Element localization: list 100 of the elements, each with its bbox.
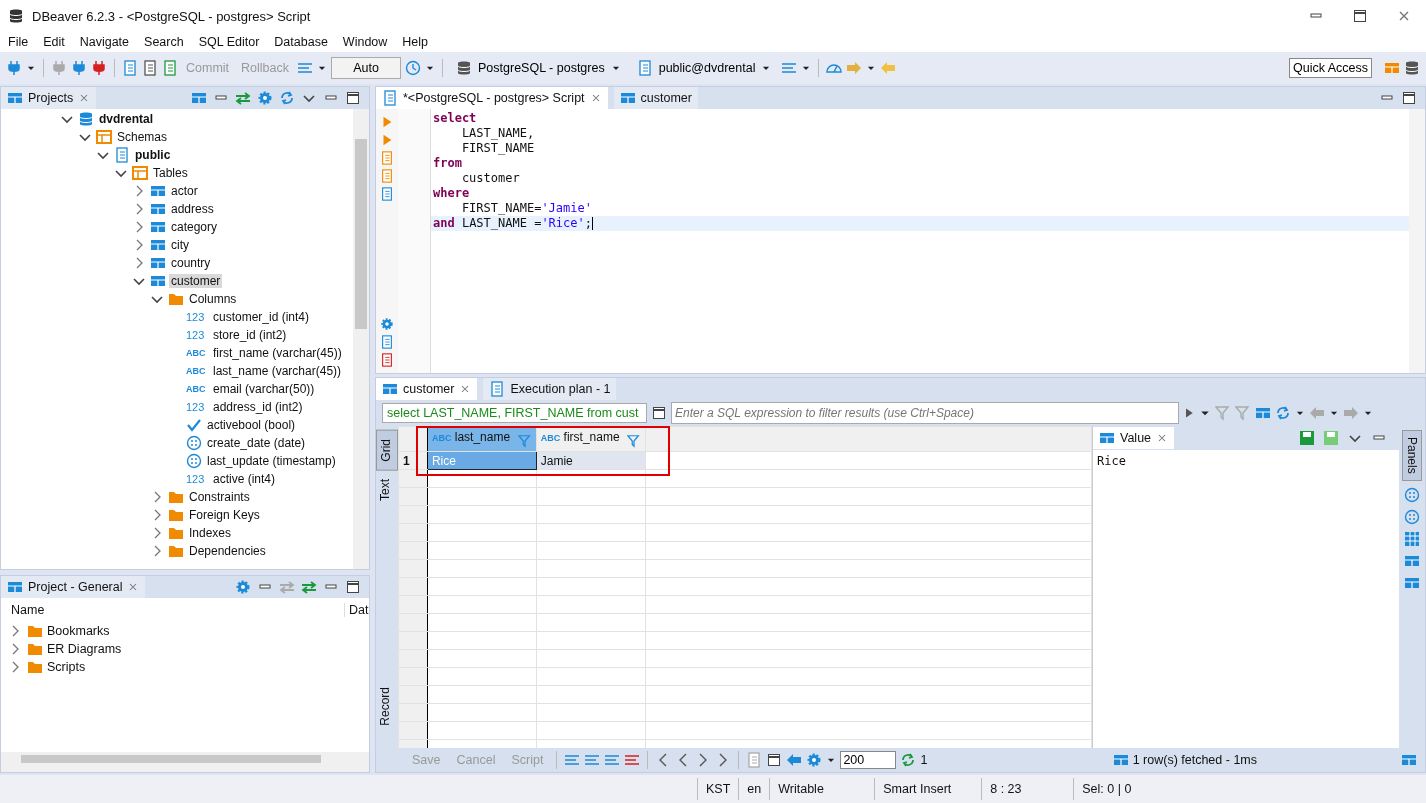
tree-item[interactable]: Schemas [115,130,170,144]
scrollbar[interactable] [353,109,369,569]
tree-item[interactable]: Indexes [187,526,234,540]
menu-item[interactable]: Window [342,35,388,49]
script-icon[interactable] [380,151,394,165]
column-header[interactable]: ABC first_name [536,426,646,452]
tree-item[interactable]: Bookmarks [47,624,110,638]
date-clock-icon [186,435,202,451]
document-icon[interactable] [162,60,178,76]
tree-item[interactable]: Columns [187,292,239,306]
tree-item[interactable]: Dependencies [187,544,268,558]
tree-item[interactable]: Constraints [187,490,252,504]
panel-icon [1099,430,1115,446]
tree-item[interactable]: customer [169,274,223,288]
tree-item[interactable]: country [169,256,213,270]
view-tab[interactable]: Text [376,470,398,509]
tree-item[interactable]: ER Diagrams [47,642,122,656]
panel-toggle-icon[interactable] [1401,752,1417,768]
tree-item[interactable]: store_id (int2) [211,328,289,342]
settings-icon[interactable] [257,90,273,106]
quick-access-button[interactable]: Quick Access [1288,58,1372,78]
folder-icon [168,543,184,559]
scrollbar[interactable] [1409,109,1425,373]
tree-item[interactable]: dvdrental [97,112,155,126]
document-icon[interactable] [380,187,394,201]
schema-selector[interactable]: public@dvdrental [630,60,778,76]
save-icon[interactable] [1323,430,1339,446]
script-icon[interactable] [380,169,394,183]
fetch-size-field[interactable]: 200 [840,751,897,769]
tree-item[interactable]: first_name (varchar(45)) [211,346,344,360]
filter-icon[interactable] [517,434,532,448]
panels-tab[interactable]: Panels [1402,430,1422,481]
table-settings-icon[interactable] [1255,405,1271,421]
refresh-icon[interactable] [279,90,295,106]
menu-item[interactable]: Search [144,35,184,49]
filter-field[interactable]: Enter a SQL expression to filter results (use Ctrl+Space) [671,402,1179,424]
results-tab[interactable]: customer [376,378,478,400]
folder-icon [27,641,43,657]
connection-selector[interactable]: PostgreSQL - postgres [450,60,627,76]
settings-icon[interactable] [235,579,251,595]
panel-tab[interactable]: Value [1093,427,1175,449]
document-icon[interactable] [122,60,138,76]
tree-item[interactable]: Foreign Keys [187,508,262,522]
plug-icon[interactable] [51,60,67,76]
tree-item[interactable]: customer_id (int4) [211,310,312,324]
tree-item[interactable]: address [169,202,216,216]
view-tab[interactable]: Grid [376,430,398,471]
commit-mode-button[interactable]: Auto [331,57,401,79]
tree-item[interactable]: actor [169,184,200,198]
tree-item[interactable]: activebool (bool) [205,418,298,432]
tree-item[interactable]: last_name (varchar(45)) [211,364,344,378]
code-line: FIRST_NAME='Jamie' [460,201,593,216]
editor-tab[interactable]: customer [613,87,698,109]
filter-icon[interactable] [626,434,641,448]
maximize-icon[interactable] [345,579,361,595]
query-text: select LAST_NAME, FIRST_NAME from cust [382,403,647,423]
refresh-icon[interactable] [900,752,917,768]
menu-item[interactable]: Database [274,35,328,49]
tree-item[interactable]: category [169,220,220,234]
tree-item[interactable]: address_id (int2) [211,400,305,414]
grid-icon[interactable] [1404,530,1420,547]
view-tab[interactable]: Record [376,679,398,734]
scrollbar[interactable] [1,752,369,772]
menu-item[interactable]: Navigate [79,35,130,49]
tree-item[interactable]: Scripts [47,660,86,674]
plug-icon[interactable] [91,60,107,76]
tree-item[interactable]: public [133,148,173,162]
folder-icon [168,291,184,307]
frame-icon[interactable] [766,752,783,768]
column-header[interactable]: Name [1,603,345,617]
apply-icon[interactable] [1183,407,1195,419]
maximize-icon[interactable] [1352,8,1368,24]
settings-icon[interactable] [380,317,394,331]
document-icon[interactable] [142,60,158,76]
tree-item[interactable]: email (varchar(50)) [211,382,317,396]
filter-icon[interactable] [1235,405,1251,421]
document-icon[interactable] [380,353,394,367]
results-tab[interactable]: Execution plan - 1 [483,378,617,400]
table-icon [150,201,166,217]
status-field: 8 : 23 [981,778,1074,800]
tree-item[interactable]: active (int4) [211,472,278,486]
circle-icon[interactable] [1404,508,1420,525]
circle-icon[interactable] [1404,486,1420,503]
tree-item[interactable]: last_update (timestamp) [205,454,338,468]
tree-item[interactable]: Tables [151,166,190,180]
menu-item[interactable]: SQL Editor [198,35,260,49]
plug-icon[interactable] [71,60,87,76]
editor-tab[interactable]: *<PostgreSQL - postgres> Script [376,87,608,109]
tree-item[interactable]: city [169,238,191,252]
menu-item[interactable]: Help [402,35,429,49]
panel-tab[interactable]: Project - General [1,576,146,598]
panel-tab[interactable]: Projects [1,87,97,109]
maximize-icon[interactable] [1401,90,1417,106]
column-header[interactable]: Dat [345,603,369,617]
menu-item[interactable]: File [8,35,29,49]
menu-item[interactable]: Edit [43,35,65,49]
tree-item[interactable]: create_date (date) [205,436,308,450]
maximize-icon[interactable] [345,90,361,106]
column-header[interactable]: ABC last_name [427,426,537,452]
save-icon[interactable] [1299,430,1315,446]
